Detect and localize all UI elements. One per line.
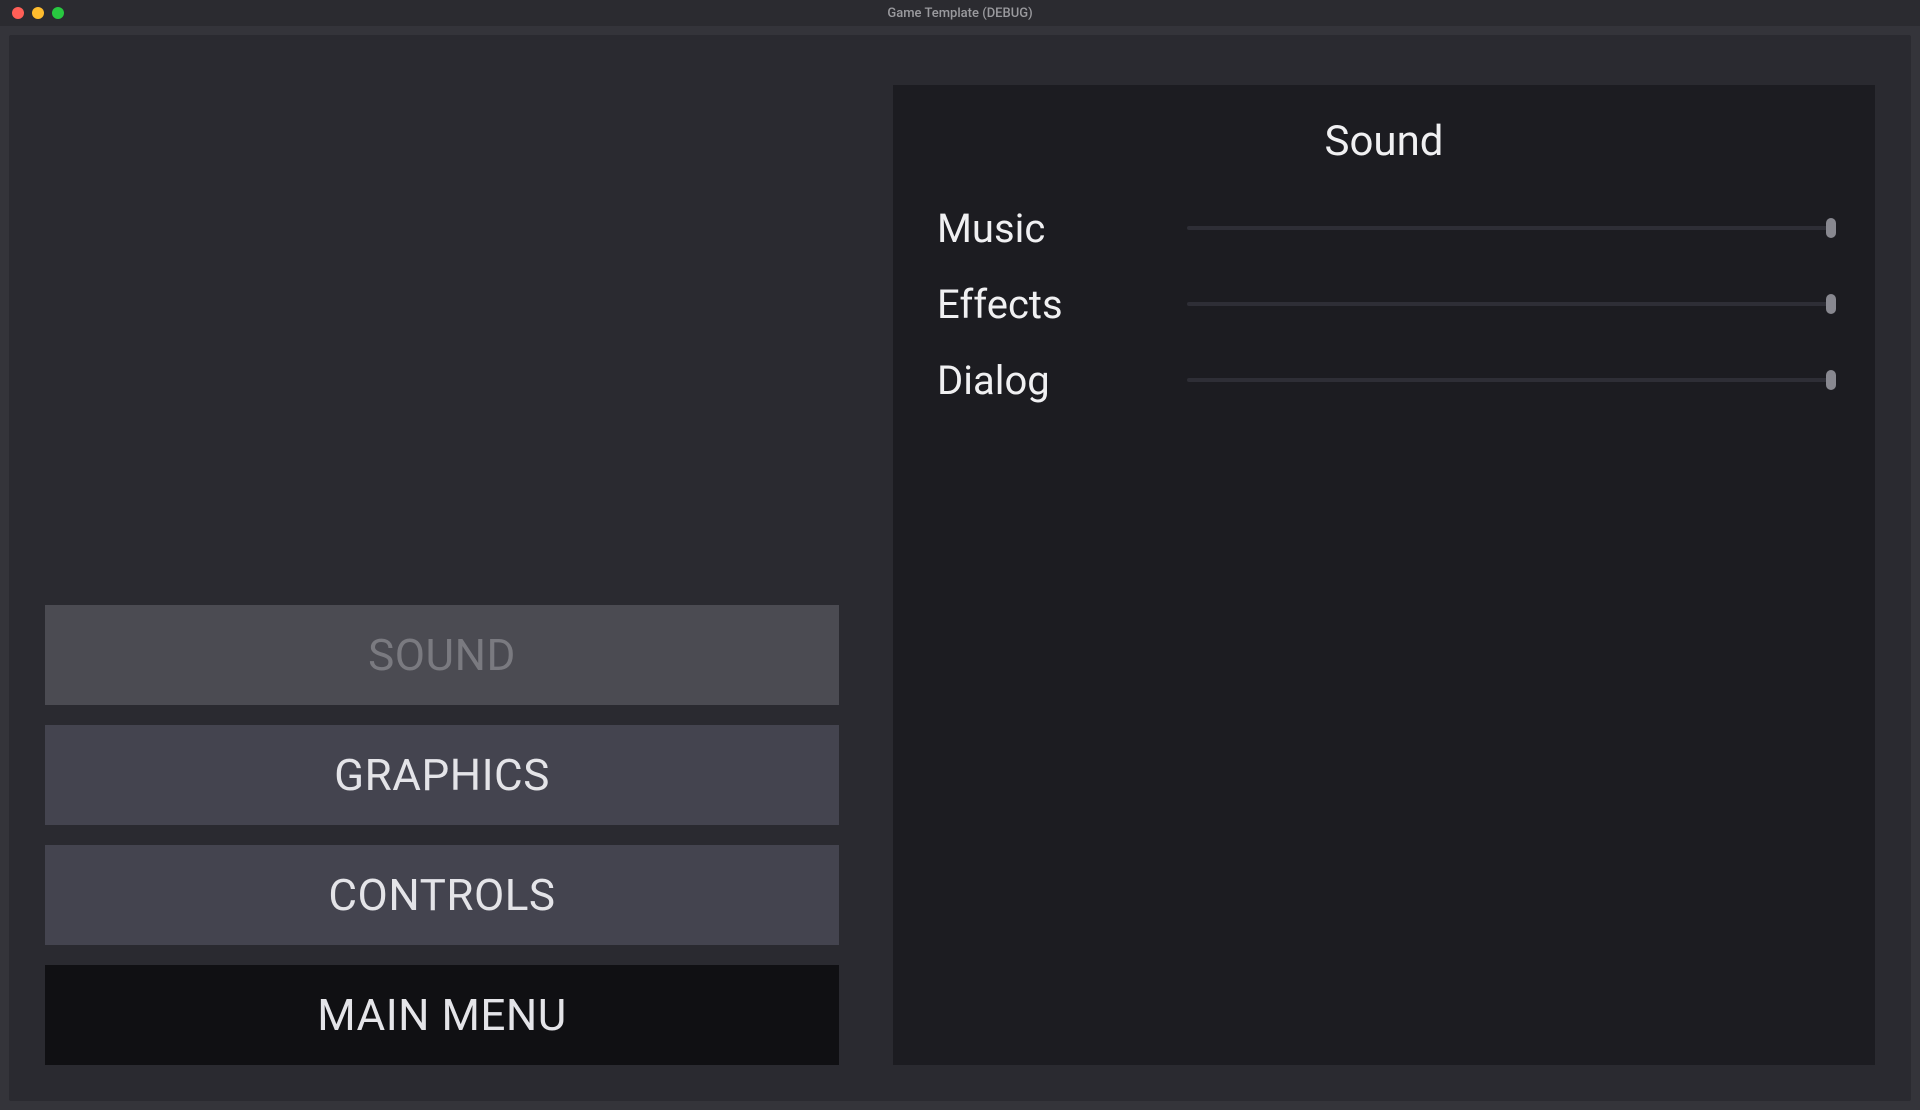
minimize-button[interactable] xyxy=(32,7,44,19)
dialog-slider[interactable] xyxy=(1187,378,1831,382)
menu-button-label: CONTROLS xyxy=(328,869,555,921)
music-slider[interactable] xyxy=(1187,226,1831,230)
maximize-button[interactable] xyxy=(52,7,64,19)
close-button[interactable] xyxy=(12,7,24,19)
slider-row-music: Music xyxy=(937,190,1831,266)
menu-button-controls[interactable]: CONTROLS xyxy=(45,845,839,945)
slider-label: Dialog xyxy=(937,357,1187,404)
slider-thumb[interactable] xyxy=(1826,218,1836,238)
slider-thumb[interactable] xyxy=(1826,294,1836,314)
panel-title: Sound xyxy=(937,117,1831,166)
game-area: SOUND GRAPHICS CONTROLS MAIN MENU Sound … xyxy=(9,35,1911,1101)
window-title: Game Template (DEBUG) xyxy=(887,6,1032,21)
effects-slider[interactable] xyxy=(1187,302,1831,306)
slider-thumb[interactable] xyxy=(1826,370,1836,390)
slider-label: Effects xyxy=(937,281,1187,328)
window-content: SOUND GRAPHICS CONTROLS MAIN MENU Sound … xyxy=(0,26,1920,1110)
titlebar: Game Template (DEBUG) xyxy=(0,0,1920,26)
menu-button-graphics[interactable]: GRAPHICS xyxy=(45,725,839,825)
menu-buttons: SOUND GRAPHICS CONTROLS MAIN MENU xyxy=(45,605,839,1065)
slider-row-effects: Effects xyxy=(937,266,1831,342)
menu-button-main-menu[interactable]: MAIN MENU xyxy=(45,965,839,1065)
menu-button-label: MAIN MENU xyxy=(317,989,567,1041)
menu-button-sound[interactable]: SOUND xyxy=(45,605,839,705)
slider-label: Music xyxy=(937,205,1187,252)
slider-row-dialog: Dialog xyxy=(937,342,1831,418)
menu-button-label: SOUND xyxy=(368,629,516,681)
sound-panel: Sound Music Effects Dialog xyxy=(893,85,1875,1065)
traffic-lights xyxy=(0,7,64,19)
menu-button-label: GRAPHICS xyxy=(334,749,550,801)
